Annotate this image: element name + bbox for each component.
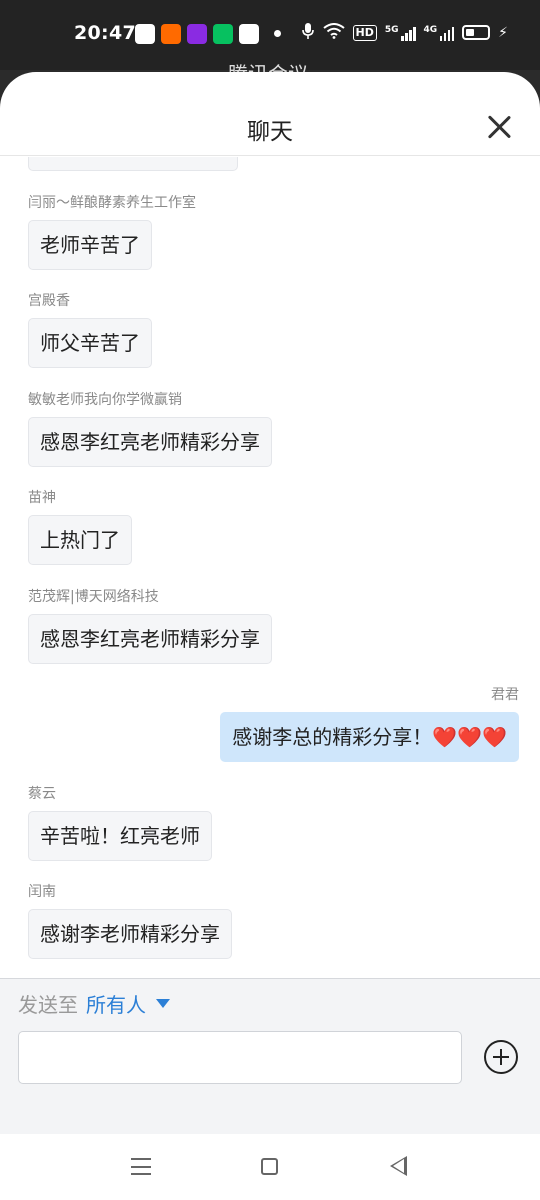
signal-5g-icon: 5G <box>385 25 416 41</box>
message-sender: 苗神 <box>28 490 56 506</box>
system-nav-bar <box>0 1134 540 1200</box>
list-item-self: 君君 感谢李总的精彩分享！❤️❤️❤️ <box>220 684 519 762</box>
chat-panel: 聊天 闫丽～鲜酿酵素养生工作室 老师辛苦了 宫殿香 师父辛苦了 敏敏老师我向你学… <box>0 72 540 1200</box>
message-bubble: 感恩李红亮老师精彩分享 <box>28 614 272 664</box>
recipient-label: 所有人 <box>86 993 146 1017</box>
list-item: 范茂辉|博天网络科技 感恩李红亮老师精彩分享 <box>28 586 272 664</box>
recipient-dropdown[interactable]: 所有人 <box>86 989 170 1018</box>
message-input[interactable] <box>18 1031 462 1084</box>
message-list[interactable]: 闫丽～鲜酿酵素养生工作室 老师辛苦了 宫殿香 师父辛苦了 敏敏老师我向你学微赢销… <box>0 157 540 978</box>
message-bubble: 辛苦啦！红亮老师 <box>28 811 212 861</box>
battery-icon <box>462 25 491 40</box>
close-icon[interactable] <box>484 112 514 142</box>
menu-icon[interactable] <box>131 1158 151 1175</box>
wechat-pay-icon <box>213 24 233 44</box>
back-icon[interactable] <box>390 1156 407 1176</box>
message-sender: 范茂辉|博天网络科技 <box>28 589 159 605</box>
kuaishou-icon <box>161 24 181 44</box>
message-sender: 蔡云 <box>28 786 56 802</box>
message-bubble: 感恩李红亮老师精彩分享 <box>28 417 272 467</box>
notification-icons <box>135 24 259 44</box>
chevron-down-icon <box>156 999 170 1008</box>
message-bubble: 感谢李老师精彩分享 <box>28 909 232 959</box>
list-item: 苗神 上热门了 <box>28 487 132 565</box>
message-bubble: 上热门了 <box>28 515 132 565</box>
video-app-icon <box>135 24 155 44</box>
hd-voice-icon: HD <box>352 24 377 41</box>
message-bubble: 感谢李总的精彩分享！❤️❤️❤️ <box>220 712 519 762</box>
charging-icon: ⚡ <box>498 24 508 41</box>
message-sender: 宫殿香 <box>28 293 70 309</box>
message-sender: 敏敏老师我向你学微赢销 <box>28 392 182 408</box>
list-item: 蔡云 辛苦啦！红亮老师 <box>28 783 212 861</box>
list-item: 闰南 感谢李老师精彩分享 <box>28 881 232 959</box>
wifi-icon <box>322 23 345 42</box>
microphone-icon <box>301 22 315 43</box>
home-icon[interactable] <box>261 1158 278 1175</box>
compose-area: 发送至 所有人 <box>0 978 540 1134</box>
message-sender: 闰南 <box>28 884 56 900</box>
more-notifications-dot <box>274 30 281 37</box>
list-item: 敏敏老师我向你学微赢销 感恩李红亮老师精彩分享 <box>28 389 272 467</box>
maps-icon <box>239 24 259 44</box>
clock: 20:47 <box>74 22 136 44</box>
message-bubble: 师父辛苦了 <box>28 318 152 368</box>
chat-header: 聊天 <box>0 72 540 156</box>
page-title: 聊天 <box>247 119 293 145</box>
message-bubble-partial <box>28 157 238 171</box>
message-sender: 君君 <box>491 687 519 703</box>
add-icon[interactable] <box>484 1040 518 1074</box>
system-icons: HD 5G 4G ⚡ <box>301 22 508 43</box>
signal-4g-icon: 4G <box>424 25 455 41</box>
message-sender: 闫丽～鲜酿酵素养生工作室 <box>28 195 196 211</box>
send-to-row: 发送至 所有人 <box>18 989 170 1018</box>
list-item: 宫殿香 师父辛苦了 <box>28 290 152 368</box>
music-player-icon <box>187 24 207 44</box>
message-bubble: 老师辛苦了 <box>28 220 152 270</box>
list-item: 闫丽～鲜酿酵素养生工作室 老师辛苦了 <box>28 192 196 270</box>
send-to-label: 发送至 <box>18 993 78 1017</box>
